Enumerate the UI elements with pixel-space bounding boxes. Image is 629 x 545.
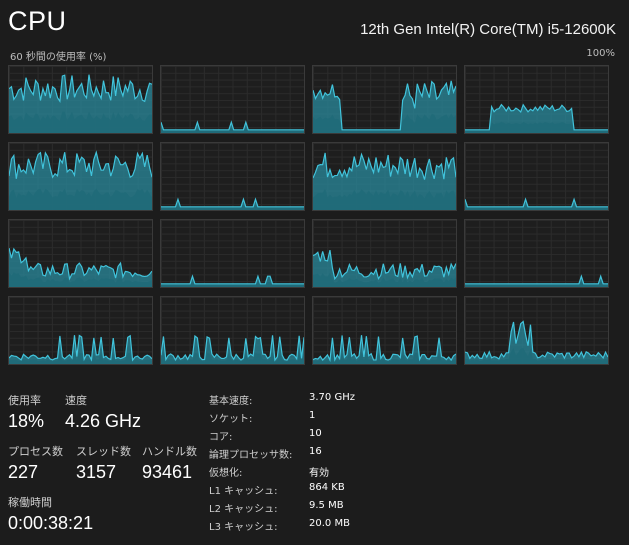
core-graph[interactable] bbox=[312, 65, 457, 134]
core-graph[interactable] bbox=[464, 65, 609, 134]
handles-value: 93461 bbox=[142, 462, 193, 482]
core-graph[interactable] bbox=[8, 65, 153, 134]
core-usage-plot bbox=[161, 197, 304, 210]
core-usage-plot bbox=[465, 103, 608, 133]
spec-key: 基本速度: bbox=[209, 396, 253, 407]
spec-value: 3.70 GHz bbox=[309, 392, 355, 403]
speed-label: 速度 bbox=[65, 394, 87, 407]
spec-value: 1 bbox=[309, 410, 316, 421]
spec-value: 10 bbox=[309, 428, 322, 439]
handles-label: ハンドル数 bbox=[142, 445, 197, 458]
spec-value: 有効 bbox=[309, 468, 329, 479]
core-graph[interactable] bbox=[312, 219, 457, 288]
core-usage-plot bbox=[465, 274, 608, 287]
core-graph[interactable] bbox=[160, 142, 305, 211]
cpu-model-name: 12th Gen Intel(R) Core(TM) i5-12600K bbox=[360, 21, 616, 38]
usage-line bbox=[465, 197, 608, 208]
cpu-performance-panel: CPU 12th Gen Intel(R) Core(TM) i5-12600K… bbox=[0, 0, 629, 545]
core-graph[interactable] bbox=[160, 296, 305, 365]
usage-line bbox=[313, 335, 456, 363]
usage-value: 18% bbox=[8, 411, 45, 431]
core-usage-plot bbox=[161, 334, 304, 364]
page-title: CPU bbox=[8, 6, 67, 36]
spec-key: 仮想化: bbox=[209, 468, 243, 479]
core-usage-plot bbox=[313, 80, 456, 133]
spec-key: L1 キャッシュ: bbox=[209, 486, 278, 497]
core-graph[interactable] bbox=[8, 142, 153, 211]
usage-line bbox=[161, 334, 304, 362]
core-graph[interactable] bbox=[8, 296, 153, 365]
usage-line bbox=[161, 274, 304, 285]
core-usage-plot bbox=[465, 320, 608, 364]
usage-line bbox=[465, 274, 608, 285]
core-graph[interactable] bbox=[312, 296, 457, 365]
core-usage-plot bbox=[9, 334, 152, 364]
core-usage-plot bbox=[313, 152, 456, 210]
core-usage-plot bbox=[9, 150, 152, 210]
spec-value: 20.0 MB bbox=[309, 518, 350, 529]
speed-value: 4.26 GHz bbox=[65, 411, 142, 431]
graph-caption: 60 秒間の使用率 (%) bbox=[10, 52, 107, 63]
core-usage-plot bbox=[161, 274, 304, 287]
core-usage-plot bbox=[465, 197, 608, 210]
core-usage-plot bbox=[161, 120, 304, 133]
spec-key: L3 キャッシュ: bbox=[209, 522, 278, 533]
usage-line bbox=[161, 197, 304, 208]
core-graph[interactable] bbox=[464, 219, 609, 288]
threads-value: 3157 bbox=[76, 462, 117, 482]
spec-key: コア: bbox=[209, 432, 233, 443]
uptime-value: 0:00:38:21 bbox=[8, 513, 94, 533]
spec-value: 16 bbox=[309, 446, 322, 457]
spec-value: 9.5 MB bbox=[309, 500, 344, 511]
uptime-label: 稼働時間 bbox=[8, 496, 52, 509]
logical-processor-graphs[interactable] bbox=[8, 65, 616, 366]
core-graph[interactable] bbox=[160, 219, 305, 288]
spec-key: L2 キャッシュ: bbox=[209, 504, 278, 515]
spec-value: 864 KB bbox=[309, 482, 345, 493]
core-graph[interactable] bbox=[464, 142, 609, 211]
core-graph[interactable] bbox=[160, 65, 305, 134]
core-graph[interactable] bbox=[464, 296, 609, 365]
processes-value: 227 bbox=[8, 462, 39, 482]
kernel-usage-area bbox=[465, 121, 608, 133]
core-usage-plot bbox=[313, 249, 456, 287]
core-graph[interactable] bbox=[312, 142, 457, 211]
spec-key: 論理プロセッサ数: bbox=[209, 450, 293, 461]
processes-label: プロセス数 bbox=[8, 445, 63, 458]
graph-max-label: 100% bbox=[586, 48, 615, 59]
usage-label: 使用率 bbox=[8, 394, 41, 407]
core-graph[interactable] bbox=[8, 219, 153, 288]
usage-area bbox=[161, 335, 304, 364]
spec-key: ソケット: bbox=[209, 414, 253, 425]
threads-label: スレッド数 bbox=[76, 445, 131, 458]
core-usage-plot bbox=[9, 247, 152, 287]
core-usage-plot bbox=[313, 335, 456, 364]
core-usage-plot bbox=[9, 74, 152, 133]
